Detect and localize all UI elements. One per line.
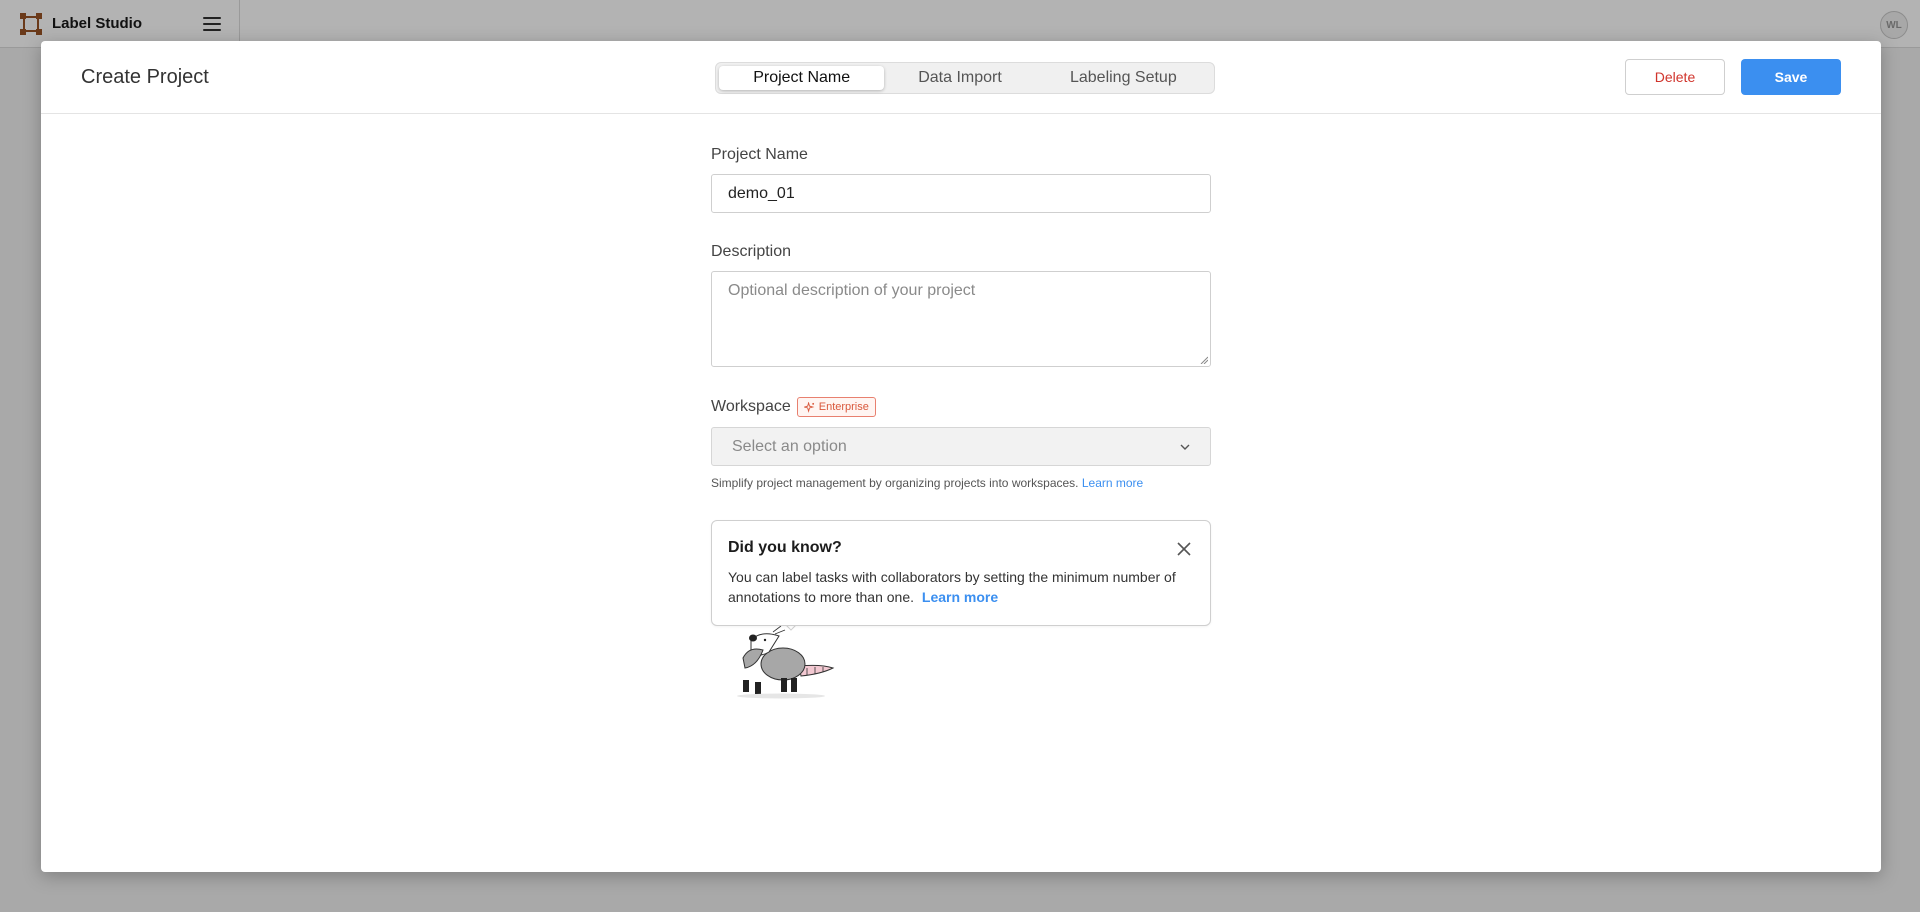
tab-labeling-setup[interactable]: Labeling Setup bbox=[1036, 66, 1211, 90]
workspace-hint: Simplify project management by organizin… bbox=[711, 476, 1211, 490]
project-form: Project Name demo_01 Description Optiona… bbox=[711, 146, 1211, 707]
label-studio-logo-icon[interactable] bbox=[20, 12, 42, 35]
avatar[interactable]: WL bbox=[1880, 11, 1908, 39]
hamburger-menu-icon[interactable] bbox=[203, 16, 221, 31]
brand-name[interactable]: Label Studio bbox=[52, 15, 142, 32]
brand: Label Studio bbox=[0, 0, 240, 47]
workspace-select[interactable]: Select an option bbox=[711, 427, 1211, 466]
project-name-value: demo_01 bbox=[728, 184, 795, 202]
workspace-label: Workspace Enterprise bbox=[711, 397, 1211, 417]
modal-header: Create Project Project Name Data Import … bbox=[41, 41, 1881, 114]
description-label-text: Description bbox=[711, 243, 792, 260]
sparkle-icon bbox=[803, 401, 815, 413]
create-project-modal: Create Project Project Name Data Import … bbox=[41, 41, 1881, 872]
description-placeholder: Optional description of your project bbox=[728, 282, 976, 299]
tip-title: Did you know? bbox=[728, 539, 842, 556]
enterprise-badge: Enterprise bbox=[796, 397, 876, 417]
workspace-hint-text: Simplify project management by organizin… bbox=[711, 476, 1079, 490]
did-you-know-card: Did you know? You can label tasks with c… bbox=[711, 520, 1211, 626]
project-name-label: Project Name bbox=[711, 146, 1211, 164]
page-title: Create Project bbox=[81, 65, 209, 88]
workspace-learn-more-link[interactable]: Learn more bbox=[1082, 476, 1143, 490]
tab-data-import[interactable]: Data Import bbox=[884, 66, 1035, 90]
close-icon[interactable] bbox=[1176, 541, 1192, 557]
workspace-label-text: Workspace bbox=[711, 398, 791, 415]
tab-project-name[interactable]: Project Name bbox=[719, 66, 885, 90]
tip-learn-more-link[interactable]: Learn more bbox=[922, 589, 998, 605]
resize-handle-icon[interactable] bbox=[1200, 356, 1208, 364]
tip-body: You can label tasks with collaborators b… bbox=[728, 567, 1188, 607]
description-textarea[interactable]: Optional description of your project bbox=[711, 271, 1211, 367]
enterprise-badge-text: Enterprise bbox=[818, 401, 869, 413]
opossum-mascot-icon bbox=[737, 621, 835, 699]
chevron-down-icon bbox=[1180, 444, 1190, 450]
delete-button[interactable]: Delete bbox=[1625, 59, 1725, 95]
step-tabs: Project Name Data Import Labeling Setup bbox=[715, 62, 1215, 94]
workspace-select-placeholder: Select an option bbox=[732, 437, 847, 455]
project-name-input[interactable]: demo_01 bbox=[711, 174, 1211, 213]
save-button[interactable]: Save bbox=[1741, 59, 1841, 95]
project-name-label-text: Project Name bbox=[711, 146, 808, 163]
description-label: Description bbox=[711, 243, 1211, 261]
